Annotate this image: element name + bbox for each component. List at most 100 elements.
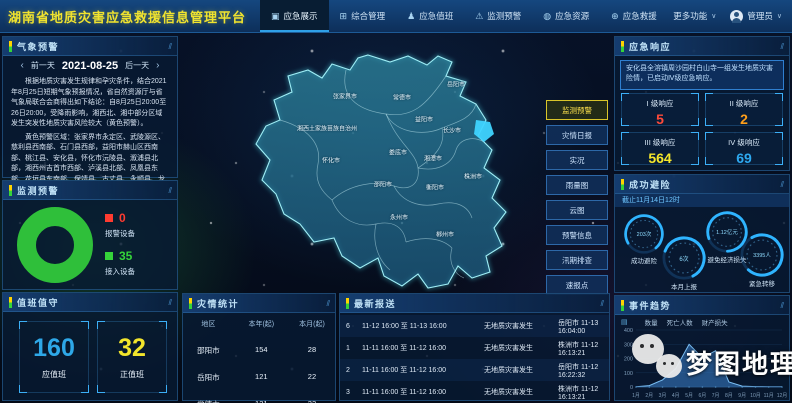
panel-title: 应急响应: [629, 40, 671, 53]
nav-monitoring-warning[interactable]: ⚠监测预警: [464, 0, 532, 32]
response-level-card: II 级响应2: [705, 93, 783, 126]
list-item[interactable]: 211-11 16:00 至 11-12 16:00无地质灾害发生岳阳市 11-…: [340, 359, 609, 381]
svg-text:4月: 4月: [672, 393, 680, 399]
response-notice-banner[interactable]: 安化县全溶镇周沙园村白山寺一组发生地质灾害险情，已启动Ⅳ级应急响应。: [620, 60, 784, 90]
device-count: 0: [119, 211, 126, 225]
prev-day-button[interactable]: 前一天: [31, 60, 55, 71]
layer-monitoring-warning[interactable]: 监测预警: [546, 100, 608, 120]
response-level-value: 5: [622, 111, 698, 127]
warning-icon: ⚠: [475, 11, 483, 22]
map-city-label[interactable]: 湘潭市: [424, 154, 442, 163]
legend-item[interactable]: 财产损失: [702, 317, 728, 327]
svg-text:11月: 11月: [764, 393, 774, 399]
map-city-label[interactable]: 衡阳市: [426, 183, 444, 192]
corner-bracket: [81, 321, 89, 329]
layer-warning-info[interactable]: 预警信息: [546, 225, 608, 245]
layer-disaster-daily[interactable]: 灾情日报: [546, 125, 608, 145]
stats-cell: 121: [234, 372, 289, 383]
report-time-range: 11-11 16:00 至 11-12 16:00: [362, 387, 484, 397]
duty-value: 160: [20, 334, 88, 363]
disaster-stats-panel: 灾情统计 // 地区本年(起)本月(起) 邵阳市15428岳阳市12122常德市…: [182, 293, 336, 401]
map-city-label[interactable]: 张家界市: [333, 92, 357, 101]
nav-emergency-display[interactable]: ▣应急展示: [260, 0, 329, 32]
svg-text:8月: 8月: [725, 393, 733, 399]
nav-label: 综合管理: [351, 10, 385, 22]
corner-bracket: [19, 385, 27, 393]
stats-cell: 22: [289, 399, 335, 403]
gauge-value: 6次: [661, 235, 707, 281]
stats-cell: 28: [289, 345, 335, 356]
user-menu[interactable]: 管理员 ∨: [730, 10, 782, 23]
panel-title: 事件趋势: [629, 299, 671, 312]
latest-report-panel: 最新报送 // 611-12 16:00 至 11-13 16:00无地质灾害发…: [339, 293, 610, 401]
gauge-area: 203次成功避险 6次本月上报 1.12亿元避免经济损失 3395人紧急转移: [615, 207, 789, 293]
duty-icon: ♟: [407, 11, 415, 22]
svg-text:10月: 10月: [750, 393, 761, 399]
duty-body: 160应值班32正值班: [3, 312, 177, 402]
panel-deco: //: [169, 186, 171, 195]
corner-bracket: [705, 157, 713, 165]
corner-bracket: [691, 157, 699, 165]
map-city-label[interactable]: 益阳市: [415, 115, 433, 124]
nav-emergency-rescue[interactable]: ⊕应急救援: [600, 0, 668, 32]
response-level-card: IV 级响应69: [705, 132, 783, 165]
chevron-down-icon: ∨: [711, 12, 716, 20]
layer-live[interactable]: 实况: [546, 150, 608, 170]
list-item[interactable]: 311-11 16:00 至 11-12 16:00无地质灾害发生株洲市 11-…: [340, 381, 609, 403]
gauge-4: 3395人紧急转移: [739, 232, 785, 278]
device-label: 接入设备: [105, 266, 135, 277]
monitor-panel: 监测预警 // 0报警设备35接入设备: [2, 180, 178, 290]
map-city-label[interactable]: 岳阳市: [447, 80, 465, 89]
panel-accent: [346, 298, 349, 309]
corner-bracket: [97, 385, 105, 393]
list-item[interactable]: 611-12 16:00 至 11-13 16:00无地质灾害发生岳阳市 11-…: [340, 315, 609, 337]
next-arrow-icon[interactable]: ›: [156, 60, 159, 71]
map-city-label[interactable]: 怀化市: [322, 156, 340, 165]
panel-title: 最新报送: [354, 297, 396, 310]
nav-comprehensive-management[interactable]: ⊞综合管理: [329, 0, 397, 32]
stats-col-header: 地区: [183, 319, 234, 329]
map-city-label[interactable]: 永州市: [390, 213, 408, 222]
report-source: 株洲市 11-12 16:13:21: [558, 340, 603, 357]
dashboard: 湖南省地质灾害应急救援信息管理平台 ▣应急展示⊞综合管理♟应急值班⚠监测预警◍应…: [0, 0, 792, 403]
nav-emergency-duty[interactable]: ♟应急值班: [396, 0, 464, 32]
prev-arrow-icon[interactable]: ‹: [21, 60, 24, 71]
map-area[interactable]: 张家界市 常德市 岳阳市益阳市长沙市 湘西土家族苗族自治州怀化市 娄底市湘潭市株洲市邵阳…: [180, 32, 612, 292]
main-nav: ▣应急展示⊞综合管理♟应急值班⚠监测预警◍应急资源⊕应急救援: [260, 0, 668, 32]
weather-warning-text: 根据地质灾害发生规律和孕灾条件，结合2021年8月25日短期气象预报情况，省自然…: [3, 75, 177, 180]
legend-item[interactable]: 死亡人数: [667, 317, 693, 327]
stats-table-header: 地区本年(起)本月(起): [183, 319, 335, 329]
map-city-label[interactable]: 湘西土家族苗族自治州: [297, 124, 357, 133]
map-city-label[interactable]: 郴州市: [436, 230, 454, 239]
trend-area-chart: 01002003004001月2月3月4月5月6月7月8月9月10月11月12月: [616, 327, 788, 403]
next-day-button[interactable]: 后一天: [125, 60, 149, 71]
nav-emergency-resources[interactable]: ◍应急资源: [532, 0, 600, 32]
current-date: 2021-08-25: [62, 60, 118, 72]
map-city-label[interactable]: 邵阳市: [374, 180, 392, 189]
more-functions-menu[interactable]: 更多功能 ∨: [673, 10, 716, 22]
duty-label: 正值班: [98, 369, 166, 380]
trend-legend: ▤ 数量死亡人数财产损失: [621, 317, 728, 327]
corner-bracket: [97, 321, 105, 329]
layer-quick-report[interactable]: 速报点: [546, 275, 608, 295]
layer-cloud-map[interactable]: 云图: [546, 200, 608, 220]
chart-toolbox-icon[interactable]: ▤: [621, 318, 628, 326]
top-bar: 湖南省地质灾害应急救援信息管理平台 ▣应急展示⊞综合管理♟应急值班⚠监测预警◍应…: [0, 0, 792, 33]
avatar: [730, 10, 743, 23]
layer-flood-inspection[interactable]: 汛期排查: [546, 250, 608, 270]
map-city-label[interactable]: 常德市: [393, 93, 411, 102]
panel-deco: //: [169, 42, 171, 51]
layer-rainfall-map[interactable]: 雨量图: [546, 175, 608, 195]
date-navigator: ‹ 前一天 2021-08-25 后一天 ›: [3, 56, 177, 75]
map-city-label[interactable]: 长沙市: [443, 126, 461, 135]
legend-item[interactable]: 数量: [645, 317, 658, 327]
response-panel: 应急响应 // 安化县全溶镇周沙园村白山寺一组发生地质灾害险情，已启动Ⅳ级应急响…: [614, 36, 790, 171]
map-city-label[interactable]: 株洲市: [464, 172, 482, 181]
corner-bracket: [691, 93, 699, 101]
panel-accent: [9, 297, 12, 308]
map-city-label[interactable]: 娄底市: [389, 148, 407, 157]
panel-deco: //: [781, 180, 783, 189]
table-row: 常德市12122: [183, 399, 335, 403]
list-item[interactable]: 111-11 16:00 至 11-12 16:00无地质灾害发生株洲市 11-…: [340, 337, 609, 359]
gauge-label: 成功避险: [631, 255, 657, 265]
